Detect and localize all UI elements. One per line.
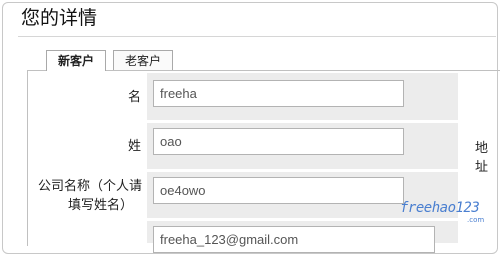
company-input[interactable] (153, 177, 404, 204)
watermark-domain: .com (467, 216, 485, 224)
title-divider (18, 36, 496, 37)
tab-new-customer[interactable]: 新客户 (46, 50, 106, 71)
address-label: 地址 (475, 141, 489, 175)
first-name-input[interactable] (153, 80, 404, 107)
last-name-label: 姓 (128, 139, 142, 154)
last-name-input[interactable] (153, 128, 404, 155)
tab-existing-customer[interactable]: 老客户 (113, 50, 173, 70)
company-label-line2: 填写姓名） (67, 198, 133, 213)
row-divider (147, 120, 458, 123)
row-divider (147, 169, 458, 172)
page-title: 您的详情 (21, 7, 98, 29)
watermark-logo: freehao123 (400, 200, 480, 216)
first-name-label: 名 (128, 90, 142, 105)
company-label-line1: 公司名称（个人请 (37, 179, 142, 194)
row-divider (147, 218, 458, 221)
